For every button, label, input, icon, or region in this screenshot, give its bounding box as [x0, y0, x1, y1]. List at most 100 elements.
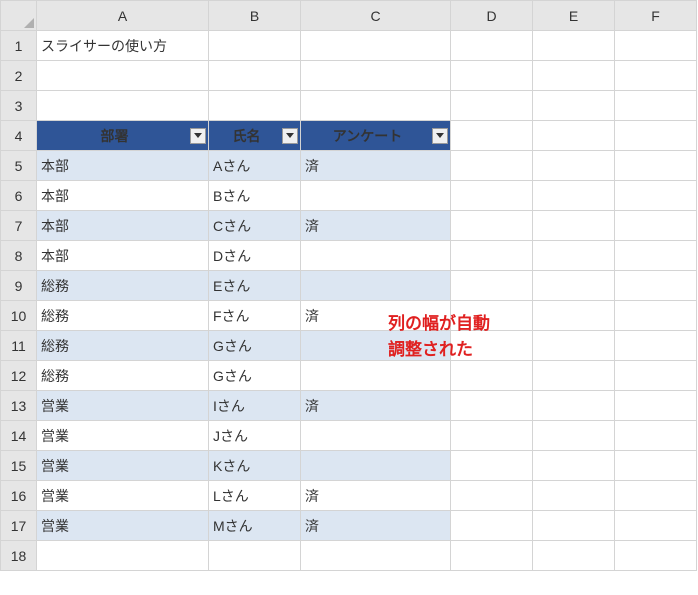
cell-F4[interactable]: [615, 121, 697, 151]
cell-B11[interactable]: Gさん: [209, 331, 301, 361]
cell-F13[interactable]: [615, 391, 697, 421]
cell-C9[interactable]: [301, 271, 451, 301]
cell-B16[interactable]: Lさん: [209, 481, 301, 511]
cell-F16[interactable]: [615, 481, 697, 511]
cell-F10[interactable]: [615, 301, 697, 331]
cell-E15[interactable]: [533, 451, 615, 481]
cell-F12[interactable]: [615, 361, 697, 391]
cell-F7[interactable]: [615, 211, 697, 241]
row-header-15[interactable]: 15: [1, 451, 37, 481]
cell-E3[interactable]: [533, 91, 615, 121]
cell-C15[interactable]: [301, 451, 451, 481]
cell-F17[interactable]: [615, 511, 697, 541]
cell-D8[interactable]: [451, 241, 533, 271]
filter-button-部署[interactable]: [190, 128, 206, 144]
cell-F15[interactable]: [615, 451, 697, 481]
cell-B1[interactable]: [209, 31, 301, 61]
cell-A12[interactable]: 総務: [37, 361, 209, 391]
cell-D9[interactable]: [451, 271, 533, 301]
cell-E18[interactable]: [533, 541, 615, 571]
cell-E13[interactable]: [533, 391, 615, 421]
cell-B2[interactable]: [209, 61, 301, 91]
cell-D17[interactable]: [451, 511, 533, 541]
cell-A2[interactable]: [37, 61, 209, 91]
row-header-18[interactable]: 18: [1, 541, 37, 571]
cell-C12[interactable]: [301, 361, 451, 391]
cell-F18[interactable]: [615, 541, 697, 571]
row-header-11[interactable]: 11: [1, 331, 37, 361]
cell-B9[interactable]: Eさん: [209, 271, 301, 301]
cell-C14[interactable]: [301, 421, 451, 451]
cell-C7[interactable]: 済: [301, 211, 451, 241]
cell-F11[interactable]: [615, 331, 697, 361]
cell-A1[interactable]: スライサーの使い方: [37, 31, 209, 61]
cell-D7[interactable]: [451, 211, 533, 241]
row-header-10[interactable]: 10: [1, 301, 37, 331]
cell-F9[interactable]: [615, 271, 697, 301]
cell-F14[interactable]: [615, 421, 697, 451]
cell-A14[interactable]: 営業: [37, 421, 209, 451]
cell-B14[interactable]: Jさん: [209, 421, 301, 451]
cell-E16[interactable]: [533, 481, 615, 511]
cell-A13[interactable]: 営業: [37, 391, 209, 421]
row-header-12[interactable]: 12: [1, 361, 37, 391]
cell-D13[interactable]: [451, 391, 533, 421]
cell-D2[interactable]: [451, 61, 533, 91]
cell-E4[interactable]: [533, 121, 615, 151]
cell-C16[interactable]: 済: [301, 481, 451, 511]
col-header-C[interactable]: C: [301, 1, 451, 31]
cell-E12[interactable]: [533, 361, 615, 391]
cell-A11[interactable]: 総務: [37, 331, 209, 361]
row-header-2[interactable]: 2: [1, 61, 37, 91]
cell-A15[interactable]: 営業: [37, 451, 209, 481]
cell-A18[interactable]: [37, 541, 209, 571]
cell-B5[interactable]: Aさん: [209, 151, 301, 181]
cell-C1[interactable]: [301, 31, 451, 61]
cell-D16[interactable]: [451, 481, 533, 511]
cell-B6[interactable]: Bさん: [209, 181, 301, 211]
cell-B10[interactable]: Fさん: [209, 301, 301, 331]
cell-D6[interactable]: [451, 181, 533, 211]
cell-A4[interactable]: 部署: [37, 121, 209, 151]
cell-E5[interactable]: [533, 151, 615, 181]
row-header-9[interactable]: 9: [1, 271, 37, 301]
cell-E10[interactable]: [533, 301, 615, 331]
filter-button-アンケート[interactable]: [432, 128, 448, 144]
cell-A9[interactable]: 総務: [37, 271, 209, 301]
cell-B4[interactable]: 氏名: [209, 121, 301, 151]
cell-A16[interactable]: 営業: [37, 481, 209, 511]
col-header-B[interactable]: B: [209, 1, 301, 31]
cell-A8[interactable]: 本部: [37, 241, 209, 271]
row-header-6[interactable]: 6: [1, 181, 37, 211]
cell-A6[interactable]: 本部: [37, 181, 209, 211]
cell-A7[interactable]: 本部: [37, 211, 209, 241]
row-header-17[interactable]: 17: [1, 511, 37, 541]
cell-B15[interactable]: Kさん: [209, 451, 301, 481]
cell-F6[interactable]: [615, 181, 697, 211]
row-header-1[interactable]: 1: [1, 31, 37, 61]
cell-E1[interactable]: [533, 31, 615, 61]
select-all-corner[interactable]: [1, 1, 37, 31]
cell-E11[interactable]: [533, 331, 615, 361]
cell-C17[interactable]: 済: [301, 511, 451, 541]
row-header-14[interactable]: 14: [1, 421, 37, 451]
cell-C13[interactable]: 済: [301, 391, 451, 421]
cell-E2[interactable]: [533, 61, 615, 91]
row-header-3[interactable]: 3: [1, 91, 37, 121]
cell-C3[interactable]: [301, 91, 451, 121]
cell-E8[interactable]: [533, 241, 615, 271]
cell-B7[interactable]: Cさん: [209, 211, 301, 241]
row-header-16[interactable]: 16: [1, 481, 37, 511]
cell-C5[interactable]: 済: [301, 151, 451, 181]
cell-B8[interactable]: Dさん: [209, 241, 301, 271]
cell-A10[interactable]: 総務: [37, 301, 209, 331]
cell-D15[interactable]: [451, 451, 533, 481]
col-header-A[interactable]: A: [37, 1, 209, 31]
row-header-13[interactable]: 13: [1, 391, 37, 421]
cell-B13[interactable]: Iさん: [209, 391, 301, 421]
row-header-7[interactable]: 7: [1, 211, 37, 241]
cell-A3[interactable]: [37, 91, 209, 121]
cell-A17[interactable]: 営業: [37, 511, 209, 541]
cell-C2[interactable]: [301, 61, 451, 91]
row-header-5[interactable]: 5: [1, 151, 37, 181]
